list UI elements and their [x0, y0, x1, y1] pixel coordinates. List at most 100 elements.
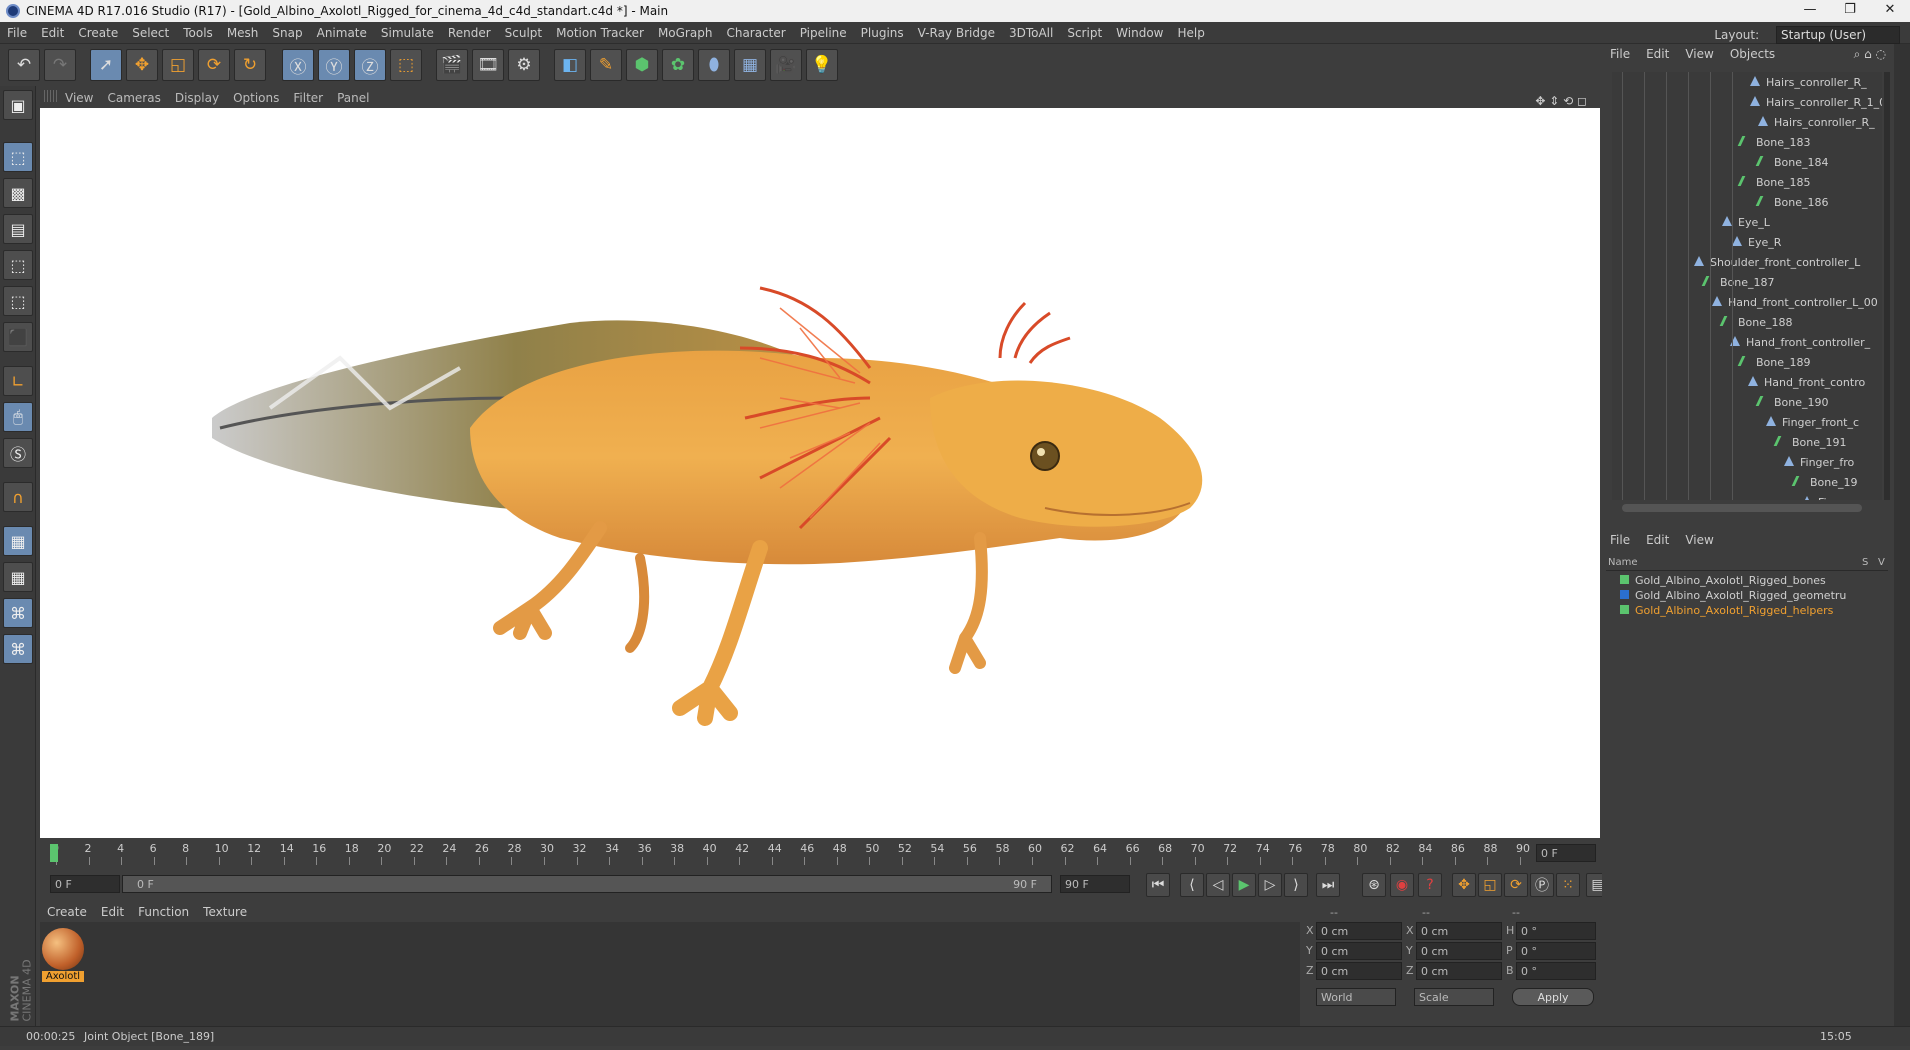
scale-icon[interactable]: ◱: [162, 49, 194, 81]
points-mode-icon[interactable]: ⬚: [3, 250, 33, 280]
python-icon[interactable]: ⌘: [3, 598, 33, 628]
solo-icon[interactable]: Ⓢ: [3, 438, 33, 468]
objects-menu-edit[interactable]: Edit: [1638, 44, 1677, 61]
material-swatch[interactable]: Axolotl: [42, 928, 84, 984]
camera-icon[interactable]: 🎥: [770, 49, 802, 81]
menu-file[interactable]: File: [0, 22, 34, 40]
size-z-field[interactable]: 0 cm: [1416, 962, 1502, 980]
make-editable-icon[interactable]: ▣: [3, 90, 33, 120]
live-selection-icon[interactable]: ➚: [90, 49, 122, 81]
object-tree-item[interactable]: Bone_19: [1791, 476, 1858, 496]
playhead-marker[interactable]: [50, 844, 58, 862]
close-icon[interactable]: ✕: [1870, 2, 1910, 20]
light-icon[interactable]: 💡: [806, 49, 838, 81]
undo-icon[interactable]: ↶: [8, 49, 40, 81]
axis-mode-icon[interactable]: ∟: [3, 366, 33, 396]
menu-animate[interactable]: Animate: [310, 22, 374, 40]
menu-create[interactable]: Create: [71, 22, 125, 40]
python-script-icon[interactable]: ⌘: [3, 634, 33, 664]
x-axis-icon[interactable]: Ⓧ: [282, 49, 314, 81]
object-tree-item[interactable]: Hand_front_contro: [1748, 376, 1865, 396]
menu-edit[interactable]: Edit: [34, 22, 71, 40]
menu-script[interactable]: Script: [1060, 22, 1109, 40]
layer-row[interactable]: Gold_Albino_Axolotl_Rigged_helpers: [1608, 604, 1833, 619]
layout-dropdown[interactable]: Startup (User): [1776, 26, 1900, 44]
objects-menu-view[interactable]: View: [1677, 44, 1721, 61]
object-tree-item[interactable]: Finger_fro: [1784, 456, 1854, 476]
layers-menu-file[interactable]: File: [1602, 530, 1638, 547]
side-tabs[interactable]: [1894, 44, 1910, 1026]
object-tree-item[interactable]: Hand_front_controller_L_00: [1712, 296, 1878, 316]
object-tree-item[interactable]: Bone_184: [1755, 156, 1829, 176]
render-picture-viewer-icon[interactable]: 🎞: [472, 49, 504, 81]
object-tree-item[interactable]: Hand_front_controller_: [1730, 336, 1870, 356]
tweak-mode-icon[interactable]: 🖱: [3, 402, 33, 432]
size-y-field[interactable]: 0 cm: [1416, 942, 1502, 960]
viewport-nav-icons[interactable]: ✥ ⇕ ⟲ ◻: [1528, 91, 1594, 108]
material-menu-texture[interactable]: Texture: [196, 902, 254, 922]
viewport-menu-panel[interactable]: Panel: [330, 88, 376, 105]
apply-button[interactable]: Apply: [1512, 988, 1594, 1006]
object-tree-item[interactable]: Hairs_conroller_R_1_0: [1750, 96, 1882, 116]
material-menu-create[interactable]: Create: [40, 902, 94, 922]
rotate-icon[interactable]: ⟳: [198, 49, 230, 81]
menu-simulate[interactable]: Simulate: [374, 22, 441, 40]
object-tree-item[interactable]: Finge: [1802, 496, 1847, 500]
move-icon[interactable]: ✥: [126, 49, 158, 81]
restore-icon[interactable]: ❐: [1830, 2, 1870, 20]
menu-mograph[interactable]: MoGraph: [651, 22, 720, 40]
frame-range-slider[interactable]: 0 F 90 F: [122, 875, 1052, 893]
key-parameter-icon[interactable]: Ⓟ: [1530, 873, 1554, 897]
redo-icon[interactable]: ↷: [44, 49, 76, 81]
key-pla-icon[interactable]: ⁙: [1556, 873, 1580, 897]
previous-key-icon[interactable]: ⟨: [1180, 873, 1204, 897]
object-tree[interactable]: Hairs_conroller_R_ Hairs_conroller_R_1_0 H…: [1612, 72, 1882, 500]
object-tree-item[interactable]: Bone_191: [1773, 436, 1847, 456]
snap-icon[interactable]: ∩: [3, 482, 33, 512]
menu-snap[interactable]: Snap: [265, 22, 309, 40]
objects-menu-file[interactable]: File: [1602, 44, 1638, 61]
menu-vray-bridge[interactable]: V-Ray Bridge: [911, 22, 1002, 40]
next-key-icon[interactable]: ⟩: [1284, 873, 1308, 897]
rotation-h-field[interactable]: 0 °: [1516, 922, 1596, 940]
material-menu-function[interactable]: Function: [131, 902, 196, 922]
object-tree-item[interactable]: Hairs_conroller_R_: [1750, 76, 1867, 96]
timeline-ruler[interactable]: 0246810121416182022242628303234363840424…: [40, 840, 1600, 868]
object-tree-item[interactable]: Bone_189: [1737, 356, 1811, 376]
cube-icon[interactable]: ◧: [554, 49, 586, 81]
menu-3dtoall[interactable]: 3DToAll: [1002, 22, 1060, 40]
texture-mode-icon[interactable]: ▩: [3, 178, 33, 208]
menu-help[interactable]: Help: [1170, 22, 1211, 40]
cloner-icon[interactable]: ✿: [662, 49, 694, 81]
menu-window[interactable]: Window: [1109, 22, 1170, 40]
object-tree-item[interactable]: Eye_L: [1722, 216, 1770, 236]
menu-render[interactable]: Render: [441, 22, 498, 40]
end-frame-field[interactable]: 90 F: [1060, 875, 1130, 893]
menu-mesh[interactable]: Mesh: [220, 22, 266, 40]
object-tree-item[interactable]: Finger_front_c: [1766, 416, 1859, 436]
layer-row[interactable]: Gold_Albino_Axolotl_Rigged_bones: [1608, 574, 1826, 589]
previous-frame-icon[interactable]: ◁: [1206, 873, 1230, 897]
viewport[interactable]: [40, 108, 1600, 838]
layer-row[interactable]: Gold_Albino_Axolotl_Rigged_geometru: [1608, 589, 1846, 604]
object-tree-item[interactable]: Shoulder_front_controller_L: [1694, 256, 1860, 276]
go-to-start-icon[interactable]: ⏮: [1146, 873, 1170, 897]
next-frame-icon[interactable]: ▷: [1258, 873, 1282, 897]
layers-menu-view[interactable]: View: [1677, 530, 1721, 547]
viewport-menu-filter[interactable]: Filter: [286, 88, 330, 105]
position-z-field[interactable]: 0 cm: [1316, 962, 1402, 980]
render-view-icon[interactable]: 🎬: [436, 49, 468, 81]
z-axis-icon[interactable]: Ⓩ: [354, 49, 386, 81]
key-rotation-icon[interactable]: ⟳: [1504, 873, 1528, 897]
material-menu-edit[interactable]: Edit: [94, 902, 131, 922]
autokey-icon[interactable]: ◉: [1390, 873, 1414, 897]
layers-menu-edit[interactable]: Edit: [1638, 530, 1677, 547]
menu-character[interactable]: Character: [719, 22, 792, 40]
menu-select[interactable]: Select: [125, 22, 176, 40]
play-icon[interactable]: ▶: [1232, 873, 1256, 897]
object-tree-item[interactable]: Hairs_conroller_R_: [1758, 116, 1875, 136]
object-tree-item[interactable]: Bone_183: [1737, 136, 1811, 156]
menu-pipeline[interactable]: Pipeline: [793, 22, 854, 40]
menu-tools[interactable]: Tools: [176, 22, 220, 40]
viewport-menu-display[interactable]: Display: [168, 88, 226, 105]
